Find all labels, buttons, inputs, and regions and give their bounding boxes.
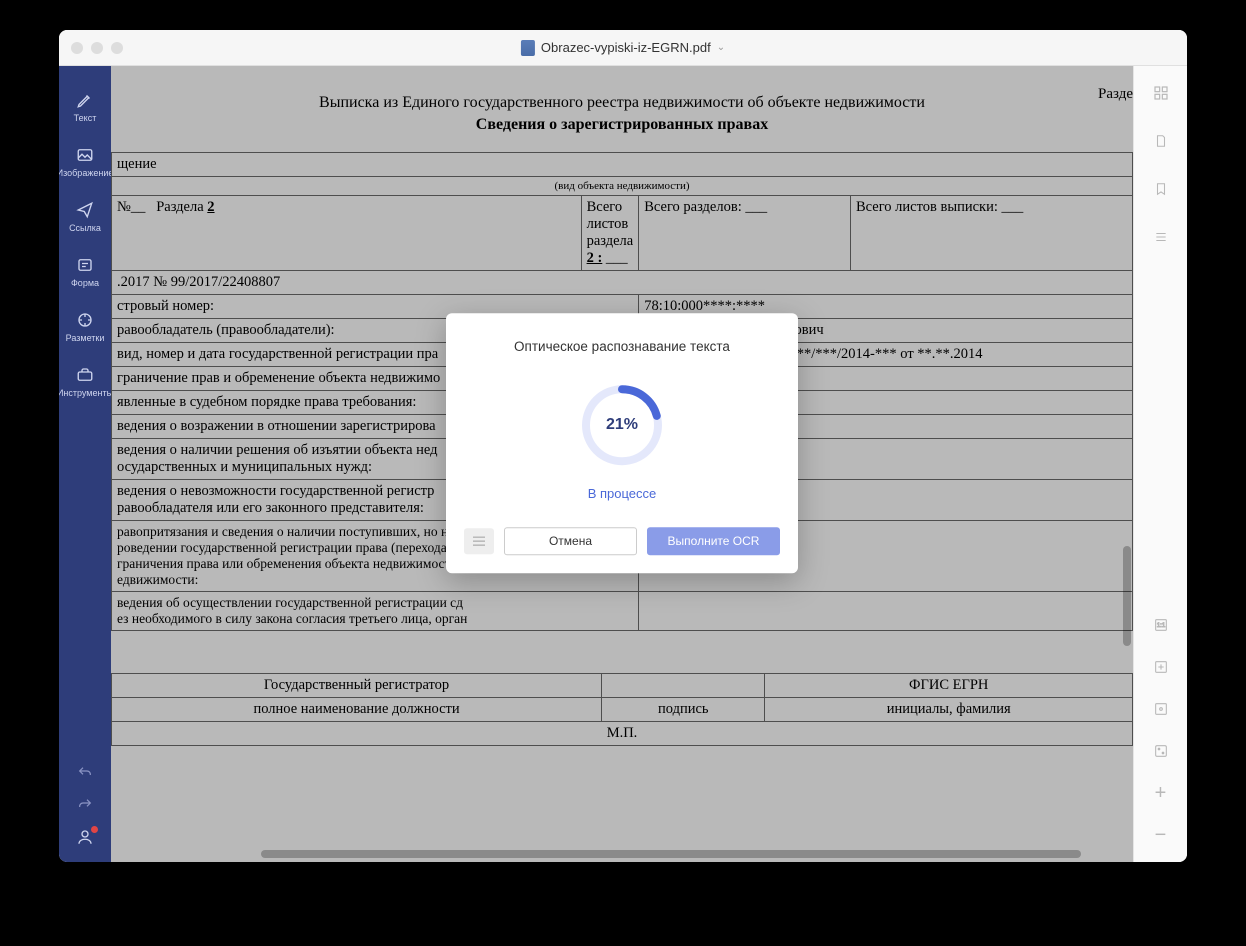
run-ocr-button[interactable]: Выполните OCR bbox=[647, 527, 780, 555]
traffic-lights bbox=[71, 42, 123, 54]
bookmark-icon[interactable] bbox=[1152, 180, 1170, 198]
redo-icon[interactable] bbox=[74, 796, 96, 814]
pencil-icon bbox=[75, 90, 95, 110]
tool-markup[interactable]: Разметки bbox=[59, 300, 111, 355]
undo-icon[interactable] bbox=[74, 764, 96, 782]
fit-page-icon[interactable] bbox=[1152, 658, 1170, 676]
grid-icon[interactable] bbox=[1152, 84, 1170, 102]
tool-label: Инструменты bbox=[59, 389, 113, 398]
tool-tools[interactable]: Инструменты bbox=[59, 355, 111, 410]
tool-label: Текст bbox=[74, 114, 97, 123]
ocr-modal: Оптическое распознавание текста 21% В пр… bbox=[446, 313, 798, 573]
paper-plane-icon bbox=[75, 200, 95, 220]
zoom-out-icon[interactable]: − bbox=[1152, 826, 1170, 844]
tool-text[interactable]: Текст bbox=[59, 80, 111, 135]
pdf-file-icon bbox=[521, 40, 535, 56]
modal-menu-button[interactable] bbox=[464, 528, 494, 554]
fit-width-icon[interactable]: 1:1 bbox=[1152, 616, 1170, 634]
titlebar: Obrazec-vypiski-iz-EGRN.pdf ⌄ bbox=[59, 30, 1187, 66]
zoom-random-icon[interactable] bbox=[1152, 742, 1170, 760]
modal-title: Оптическое распознавание текста bbox=[464, 339, 780, 354]
tool-label: Форма bbox=[71, 279, 99, 288]
tool-form[interactable]: Форма bbox=[59, 245, 111, 300]
content-area: Разде Выписка из Единого государственног… bbox=[111, 66, 1133, 862]
modal-status: В процессе bbox=[464, 486, 780, 501]
left-toolbar-bottom bbox=[74, 764, 96, 862]
window-title-group: Obrazec-vypiski-iz-EGRN.pdf ⌄ bbox=[521, 40, 725, 56]
body-area: Текст Изображение Ссылка Форма bbox=[59, 66, 1187, 862]
close-window-button[interactable] bbox=[71, 42, 83, 54]
tool-label: Ссылка bbox=[69, 224, 101, 233]
tool-link[interactable]: Ссылка bbox=[59, 190, 111, 245]
tool-label: Разметки bbox=[66, 334, 105, 343]
actual-size-icon[interactable] bbox=[1152, 700, 1170, 718]
image-icon bbox=[75, 145, 95, 165]
tool-image[interactable]: Изображение bbox=[59, 135, 111, 190]
minimize-window-button[interactable] bbox=[91, 42, 103, 54]
form-icon bbox=[75, 255, 95, 275]
chevron-down-icon[interactable]: ⌄ bbox=[717, 42, 725, 53]
cancel-button[interactable]: Отмена bbox=[504, 527, 637, 555]
right-toolbar: 1:1 + − bbox=[1133, 66, 1187, 862]
right-toolbar-bottom: 1:1 + − bbox=[1152, 616, 1170, 862]
user-icon[interactable] bbox=[74, 828, 96, 846]
svg-text:1:1: 1:1 bbox=[1156, 623, 1165, 629]
app-window: Obrazec-vypiski-iz-EGRN.pdf ⌄ Текст Изоб… bbox=[59, 30, 1187, 862]
list-icon[interactable] bbox=[1152, 228, 1170, 246]
zoom-in-icon[interactable]: + bbox=[1152, 784, 1170, 802]
progress-ring: 21% bbox=[579, 382, 665, 468]
window-title: Obrazec-vypiski-iz-EGRN.pdf bbox=[541, 40, 711, 55]
zoom-window-button[interactable] bbox=[111, 42, 123, 54]
left-toolbar: Текст Изображение Ссылка Форма bbox=[59, 66, 111, 862]
tool-label: Изображение bbox=[59, 169, 113, 178]
page-icon[interactable] bbox=[1152, 132, 1170, 150]
markup-icon bbox=[75, 310, 95, 330]
toolbox-icon bbox=[75, 365, 95, 385]
progress-percent: 21% bbox=[579, 382, 665, 468]
modal-buttons: Отмена Выполните OCR bbox=[464, 527, 780, 555]
